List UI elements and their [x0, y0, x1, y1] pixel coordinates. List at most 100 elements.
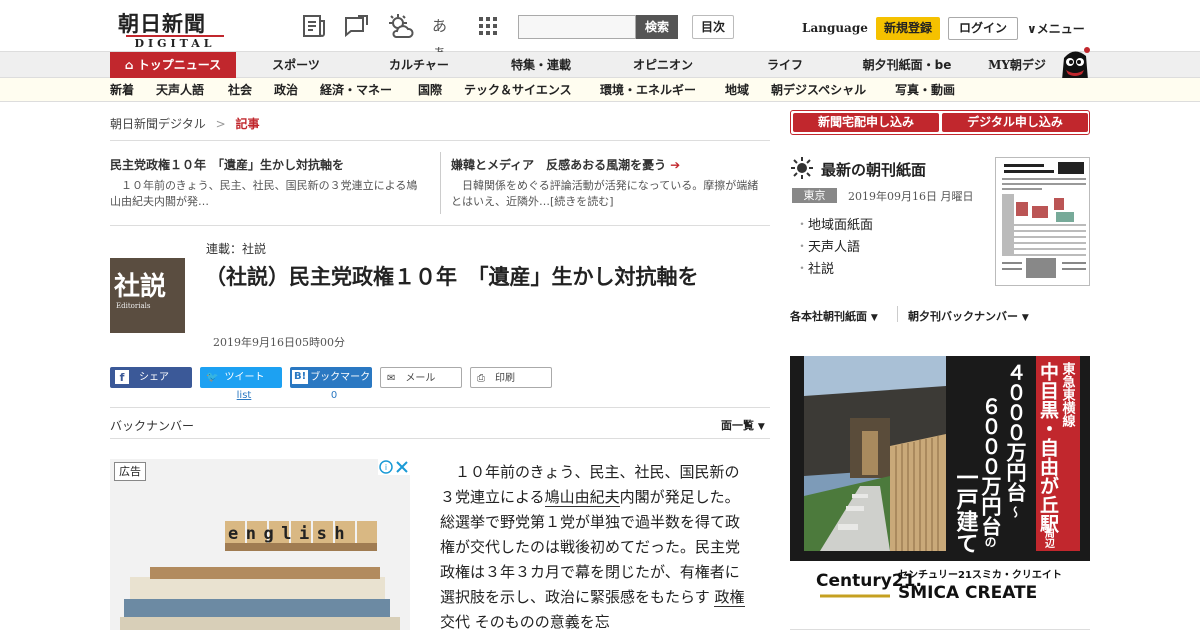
site-logo[interactable]: 朝日新聞 DIGITAL	[116, 8, 228, 50]
nav2-latest[interactable]: 新着	[110, 78, 134, 102]
ad-price-1: ４０００万円台	[1003, 362, 1027, 502]
nav-opinion[interactable]: オピニオン	[622, 52, 704, 78]
ad-close-icon[interactable]: i	[378, 459, 410, 475]
related-divider	[440, 152, 441, 214]
series-label[interactable]: 連載：社説	[206, 240, 266, 257]
subscribe-paper-button[interactable]: 新聞宅配申し込み	[793, 113, 939, 132]
apps-grid-icon[interactable]	[478, 13, 504, 39]
ad-brand-en: SMICA CREATE	[898, 583, 1037, 603]
nav2-special[interactable]: 朝デジスペシャル	[771, 78, 866, 102]
index-button[interactable]: 目次	[692, 15, 734, 39]
search-button[interactable]: 検索	[636, 15, 678, 39]
regional-paper-dropdown[interactable]: 各本社朝刊紙面 ▼	[790, 308, 878, 324]
menu-button[interactable]: ∨メニュー	[1027, 20, 1085, 37]
nav2-tenseijingo[interactable]: 天声人語	[156, 78, 204, 102]
breadcrumb-home[interactable]: 朝日新聞デジタル	[110, 117, 206, 131]
ad-price-suffix: の	[983, 536, 997, 548]
edition-badge: 東京	[792, 188, 837, 203]
bullet-icon: ・	[796, 261, 809, 275]
language-link[interactable]: Language	[802, 21, 868, 35]
nav2-environment[interactable]: 環境・エネルギー	[600, 78, 696, 102]
page-list-dropdown[interactable]: 面一覧 ▼	[721, 417, 765, 433]
ad-area: 中目黒・自由が丘駅	[1037, 361, 1060, 534]
related-text-2: 日韓関係をめぐる評論活動が活発になっている。摩擦が端緒とはいえ、近隣外…[続きを…	[451, 179, 759, 208]
chat-icon[interactable]	[342, 13, 368, 39]
search-input[interactable]	[518, 15, 636, 39]
facebook-icon: f	[115, 370, 129, 384]
related-text-1: １０年前のきょう、民主、社民、国民新の３党連立による鳩山由紀夫内閣が発…	[110, 179, 418, 208]
subscription-buttons: 新聞宅配申し込み デジタル申し込み	[790, 110, 1090, 135]
sun-icon	[790, 156, 814, 180]
tweet-button[interactable]: 🐦 ツイート	[200, 367, 282, 388]
article-title: （社説）民主党政権１０年 「遺産」生かし対抗軸を	[205, 265, 699, 289]
bookmark-count[interactable]: 0	[290, 390, 378, 401]
ad-left[interactable]: english	[110, 459, 410, 630]
triangle-down-icon: ▼	[1021, 313, 1029, 323]
bullet-icon: ・	[796, 239, 809, 253]
divider	[110, 438, 770, 439]
triangle-down-icon: ▼	[757, 422, 765, 432]
article-date: 2019年9月16日05時00分	[213, 336, 345, 349]
newspaper-icon[interactable]	[301, 13, 327, 39]
site-header: 朝日新聞 DIGITAL あぁ 検索 目次 Language 新規登録 ログイン…	[0, 0, 1200, 61]
editorial-thumbnail: 社説 Editorials	[110, 258, 185, 333]
nav2-economy[interactable]: 経済・マネー	[320, 78, 392, 102]
morning-paper-title: 最新の朝刊紙面	[821, 161, 927, 179]
nav-sports[interactable]: スポーツ	[258, 52, 334, 78]
nav2-international[interactable]: 国際	[418, 78, 442, 102]
bookmark-button[interactable]: B! ブックマーク	[290, 367, 372, 388]
nav-paper-be[interactable]: 朝夕刊紙面・be	[856, 52, 958, 78]
text-size-icon[interactable]: あぁ	[432, 13, 458, 61]
login-button[interactable]: ログイン	[948, 17, 1018, 40]
register-button[interactable]: 新規登録	[876, 17, 940, 40]
secondary-nav: 新着 天声人語 社会 政治 経済・マネー 国際 テック＆サイエンス 環境・エネル…	[0, 78, 1200, 102]
nav2-region[interactable]: 地域	[725, 78, 749, 102]
dropdown-divider	[897, 306, 898, 322]
nav-features[interactable]: 特集・連載	[500, 52, 582, 78]
primary-nav: ⌂ トップニュース スポーツ カルチャー 特集・連載 オピニオン ライフ 朝夕刊…	[0, 52, 1200, 78]
triangle-down-icon: ▼	[870, 313, 878, 323]
nav2-politics[interactable]: 政治	[274, 78, 298, 102]
related-title-2[interactable]: 嫌韓とメディア 反感あおる風潮を憂う ➔	[451, 156, 680, 173]
bullet-icon: ・	[796, 217, 809, 231]
facebook-share-button[interactable]: f シェア	[110, 367, 192, 388]
page: 朝日新聞 DIGITAL あぁ 検索 目次 Language 新規登録 ログイン…	[0, 0, 1200, 630]
nav-culture[interactable]: カルチャー	[378, 52, 460, 78]
weather-icon[interactable]	[386, 13, 414, 39]
mascot-icon[interactable]	[1056, 44, 1092, 80]
ad-brand-name: センチュリー21スミカ・クリエイト	[898, 569, 1062, 581]
print-button[interactable]: ⎙ 印刷	[470, 367, 552, 388]
tweet-count[interactable]: list	[200, 390, 288, 401]
backnumber-dropdown[interactable]: 朝夕刊バックナンバー ▼	[908, 308, 1029, 324]
nav-my-asadigi[interactable]: MY朝デジ	[980, 52, 1054, 78]
subscribe-digital-button[interactable]: デジタル申し込み	[942, 113, 1088, 132]
morning-link-region[interactable]: 地域面紙面	[808, 214, 873, 233]
ad-word: english	[228, 524, 352, 544]
nav2-photo[interactable]: 写真・動画	[895, 78, 955, 102]
logo-sub: DIGITAL	[126, 35, 224, 50]
breadcrumb-current: 記事	[235, 117, 260, 131]
ad-price-2: ６０００万円台	[978, 396, 1002, 536]
chevron-down-icon: ∨	[1027, 22, 1037, 36]
newspaper-thumbnail[interactable]	[995, 157, 1090, 286]
nav2-tech[interactable]: テック＆サイエンス	[464, 78, 572, 102]
nav-top-news[interactable]: ⌂ トップニュース	[110, 52, 236, 78]
morning-link-editorial[interactable]: 社説	[808, 258, 834, 277]
mail-button[interactable]: ✉ メール	[380, 367, 462, 388]
nav2-society[interactable]: 社会	[228, 78, 252, 102]
article-body: １０年前のきょう、民主、社民、国民新の３党連立による鳩山由紀夫内閣が発足した。総…	[440, 463, 745, 630]
morning-link-tenseijingo[interactable]: 天声人語	[808, 236, 860, 255]
mail-icon: ✉	[387, 373, 396, 384]
twitter-icon: 🐦	[206, 372, 219, 383]
backnumber-label: バックナンバー	[110, 419, 195, 433]
ad-house-type: 一戸建て	[953, 466, 979, 554]
body-link-hatoyama[interactable]: 鳩山由紀夫	[544, 488, 620, 507]
ad-label: 広告	[114, 462, 146, 481]
nav-life[interactable]: ライフ	[754, 52, 816, 78]
arrow-right-icon: ➔	[670, 158, 681, 172]
ad-tilde: ～	[1008, 505, 1022, 518]
menu-label: メニュー	[1036, 22, 1085, 36]
related-title-1[interactable]: 民主党政権１０年 「遺産」生かし対抗軸を	[110, 156, 344, 173]
home-icon: ⌂	[124, 58, 134, 72]
ad-right[interactable]: 東急東横線 中目黒・自由が丘駅 周辺 ４０００万円台 ～ ６０００万円台 の 一…	[790, 356, 1090, 606]
